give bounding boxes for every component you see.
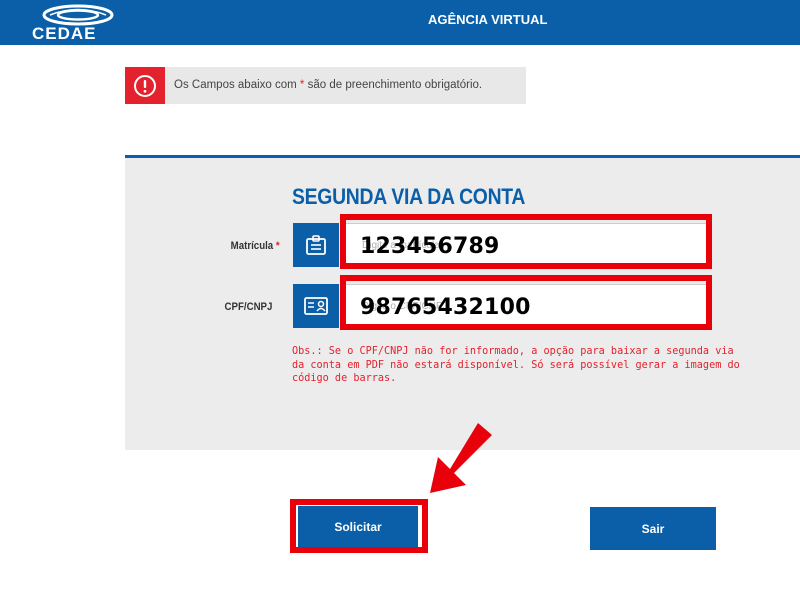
cpf-icon-box (293, 284, 339, 328)
matricula-required-marker: * (276, 240, 280, 252)
form-title: SEGUNDA VIA DA CONTA (292, 184, 526, 209)
cedae-logo-icon (42, 4, 114, 26)
cpf-cnpj-label: CPF/CNPJ (224, 301, 272, 313)
matricula-input[interactable]: Digite a matrícula 123456789 (343, 223, 708, 267)
logo-text: CEDAE (32, 24, 97, 43)
matricula-value: 123456789 (360, 234, 500, 259)
required-fields-alert: Os Campos abaixo com * são de preenchime… (125, 67, 526, 104)
solicitar-button[interactable]: Solicitar (298, 506, 418, 548)
id-card-icon (304, 297, 328, 315)
observation-note: Obs.: Se o CPF/CNPJ não for informado, a… (292, 346, 740, 384)
sair-button[interactable]: Sair (590, 507, 716, 550)
cpf-cnpj-input[interactable]: Digite o CPF/CNPJ 98765432100 (343, 284, 708, 328)
alert-text: Os Campos abaixo com * são de preenchime… (174, 79, 482, 91)
exclamation-circle-icon (134, 74, 156, 97)
cedae-logo[interactable]: CEDAE (30, 4, 126, 43)
cpf-cnpj-value: 98765432100 (360, 295, 531, 320)
alert-icon-box (125, 67, 165, 104)
alert-text-after: são de preenchimento obrigatório. (304, 79, 483, 91)
matricula-icon-box (293, 223, 339, 267)
top-header: CEDAE AGÊNCIA VIRTUAL (0, 0, 800, 45)
header-title: AGÊNCIA VIRTUAL (428, 12, 548, 27)
form-panel: SEGUNDA VIA DA CONTA Matrícula * Digite … (125, 155, 800, 450)
alert-text-before: Os Campos abaixo com (174, 79, 300, 91)
id-badge-icon (306, 235, 326, 255)
matricula-label: Matrícula * (231, 240, 280, 252)
matricula-label-text: Matrícula (231, 240, 274, 252)
red-arrow-icon (430, 423, 492, 493)
